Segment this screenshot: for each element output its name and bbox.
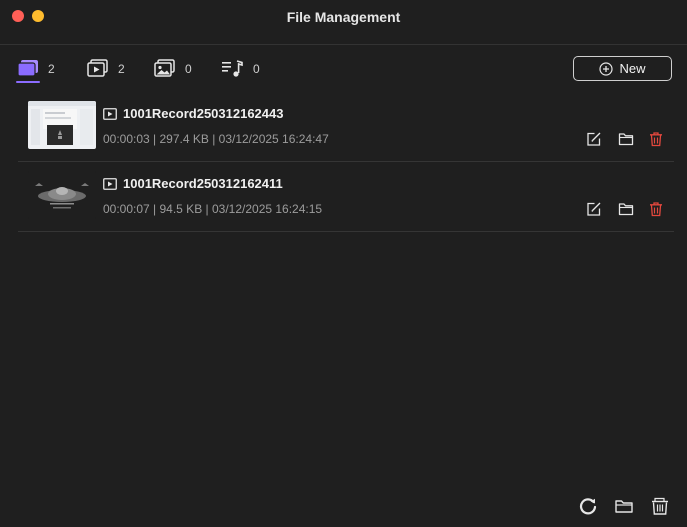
file-name: 1001Record250312162411 <box>123 176 283 191</box>
video-file-icon <box>103 177 117 190</box>
tab-video-count: 2 <box>118 62 125 76</box>
file-thumbnail <box>28 171 96 219</box>
clear-all-icon[interactable] <box>650 496 670 516</box>
file-name: 1001Record250312162443 <box>123 106 284 121</box>
tab-video[interactable]: 2 <box>86 56 125 82</box>
delete-icon[interactable] <box>648 131 664 147</box>
edit-icon[interactable] <box>586 201 602 217</box>
file-meta: 00:00:07 | 94.5 KB | 03/12/2025 16:24:15 <box>103 202 323 216</box>
folder-icon[interactable] <box>618 131 634 147</box>
open-folder-icon[interactable] <box>614 496 634 516</box>
file-meta: 00:00:03 | 297.4 KB | 03/12/2025 16:24:4… <box>103 132 329 146</box>
file-row[interactable]: 1001Record250312162411 00:00:07 | 94.5 K… <box>18 161 674 232</box>
tab-all[interactable]: 2 <box>16 56 55 83</box>
title-bar: File Management <box>0 0 687 45</box>
new-button-label: New <box>619 61 646 76</box>
file-row[interactable]: 1001Record250312162443 00:00:03 | 297.4 … <box>18 91 674 162</box>
delete-icon[interactable] <box>648 201 664 217</box>
tab-all-count: 2 <box>48 62 55 76</box>
image-icon <box>154 59 175 77</box>
tab-audio-count: 0 <box>253 62 260 76</box>
active-tab-indicator <box>16 81 40 83</box>
new-button[interactable]: New <box>573 56 672 81</box>
edit-icon[interactable] <box>586 131 602 147</box>
tab-audio[interactable]: 0 <box>221 56 260 82</box>
folder-icon[interactable] <box>618 201 634 217</box>
tab-image[interactable]: 0 <box>153 56 192 82</box>
audio-icon <box>222 60 243 77</box>
all-files-icon <box>17 60 38 77</box>
window-title: File Management <box>286 9 401 25</box>
file-thumbnail <box>28 101 96 149</box>
plus-circle-icon <box>599 61 614 76</box>
video-icon <box>87 59 108 77</box>
refresh-icon[interactable] <box>578 496 598 516</box>
tab-image-count: 0 <box>185 62 192 76</box>
video-file-icon <box>103 107 117 120</box>
